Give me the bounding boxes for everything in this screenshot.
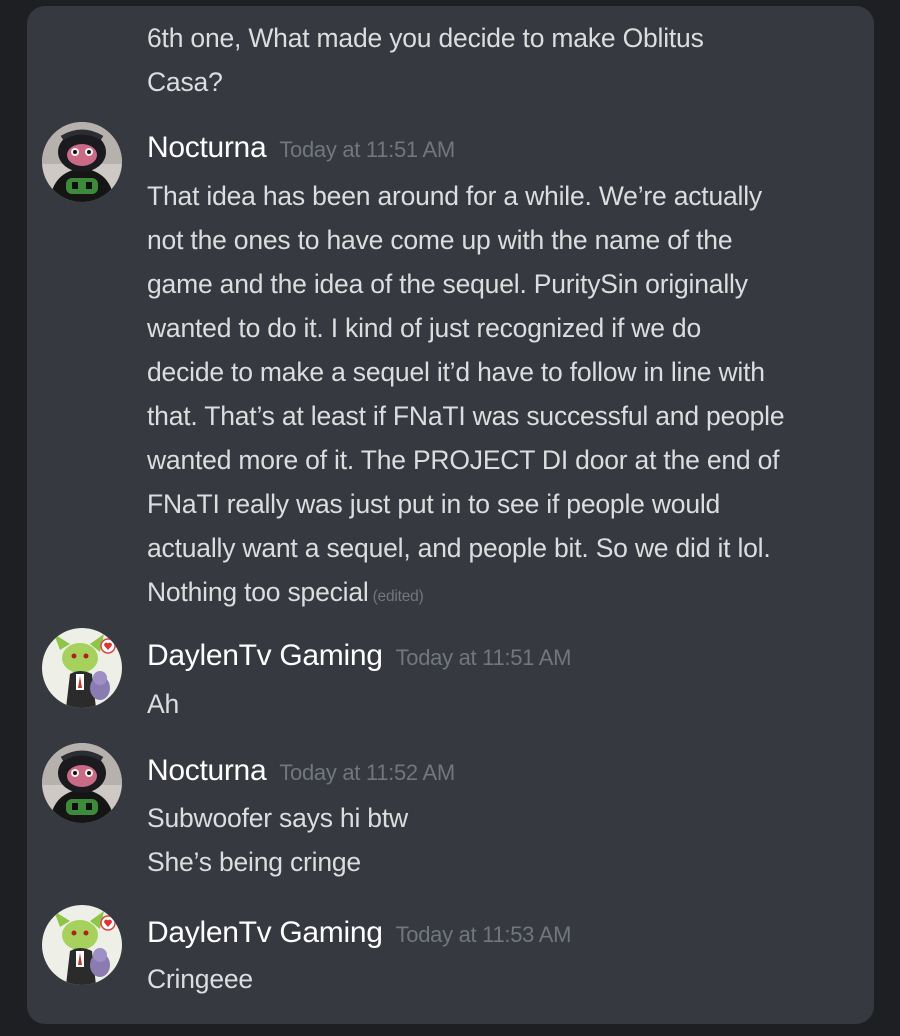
message-header: Nocturna Today at 11:52 AM: [147, 749, 850, 793]
message-line: game and the idea of the sequel. PurityS…: [147, 269, 748, 299]
timestamp: Today at 11:52 AM: [279, 760, 455, 785]
message-line: Cringeee: [147, 964, 253, 994]
message-line: wanted more of it. The PROJECT DI door a…: [147, 445, 780, 475]
message-line-text: Nothing too special: [147, 577, 369, 607]
daylen-avatar-image: [42, 628, 122, 708]
edited-label: (edited): [372, 588, 424, 605]
message-line: that. That’s at least if FNaTI was succe…: [147, 401, 785, 431]
message-line: wanted to do it. I kind of just recogniz…: [147, 313, 701, 343]
timestamp: Today at 11:53 AM: [395, 922, 572, 947]
message-line: Casa?: [147, 67, 223, 97]
nocturna-avatar[interactable]: [42, 743, 122, 823]
message-line: She’s being cringe: [147, 847, 361, 877]
username[interactable]: DaylenTv Gaming: [147, 911, 383, 955]
message-line: Nothing too special (edited): [147, 570, 850, 619]
message-line: Subwoofer says hi btw: [147, 803, 408, 833]
message-header: Nocturna Today at 11:51 AM: [147, 126, 850, 170]
username[interactable]: DaylenTv Gaming: [147, 634, 383, 678]
message-line: Ah: [147, 689, 180, 719]
message-line: not the ones to have come up with the na…: [147, 225, 733, 255]
message-line: That idea has been around for a while. W…: [147, 181, 762, 211]
timestamp: Today at 11:51 AM: [279, 137, 455, 162]
nocturna-avatar-image: [42, 122, 122, 202]
message-line: 6th one, What made you decide to make Ob…: [147, 23, 704, 53]
message-line: actually want a sequel, and people bit. …: [147, 533, 771, 563]
username[interactable]: Nocturna: [147, 126, 267, 170]
chat-panel: 6th one, What made you decide to make Ob…: [27, 6, 874, 1024]
nocturna-avatar[interactable]: [42, 122, 122, 202]
timestamp: Today at 11:51 AM: [395, 645, 572, 670]
daylen-avatar[interactable]: [42, 905, 122, 985]
message-line: decide to make a sequel it’d have to fol…: [147, 357, 765, 387]
username[interactable]: Nocturna: [147, 749, 267, 793]
nocturna-avatar-image: [42, 743, 122, 823]
message-header: DaylenTv Gaming Today at 11:53 AM: [147, 911, 850, 955]
message-line: FNaTI really was just put in to see if p…: [147, 489, 721, 519]
message-header: DaylenTv Gaming Today at 11:51 AM: [147, 634, 850, 678]
daylen-avatar-image: [42, 905, 122, 985]
daylen-avatar[interactable]: [42, 628, 122, 708]
